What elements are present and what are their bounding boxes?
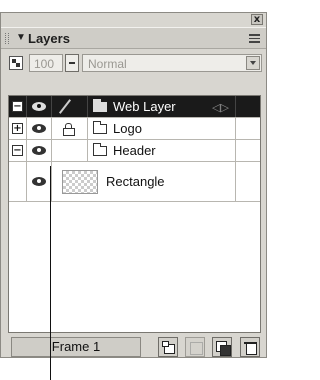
panel-options-icon[interactable] xyxy=(249,34,260,43)
duplicate-layer-button[interactable] xyxy=(212,337,232,357)
folder-icon xyxy=(93,121,107,134)
eye-icon[interactable] xyxy=(32,146,46,155)
layer-name: Header xyxy=(113,143,156,158)
panel-titlebar: x xyxy=(1,13,266,27)
opacity-dropdown-button[interactable] xyxy=(65,54,79,72)
grip-icon[interactable] xyxy=(5,33,9,44)
layers-list: − Web Layer ◁▷ + Logo − Header Rectangle xyxy=(8,95,261,333)
lock-icon[interactable] xyxy=(63,123,75,136)
frame-selector[interactable]: Frame 1 xyxy=(11,337,141,357)
object-row-rectangle[interactable]: Rectangle xyxy=(9,162,260,202)
eye-icon[interactable] xyxy=(32,177,46,186)
panel-title: Layers xyxy=(28,31,70,46)
panel-header[interactable]: ▼ Layers xyxy=(1,27,266,49)
layer-name: Logo xyxy=(113,121,142,136)
blend-mode-select[interactable]: Normal xyxy=(82,54,262,72)
layers-panel: x ▼ Layers 100 Normal − Web Layer ◁▷ + L… xyxy=(0,12,267,358)
expand-toggle-icon[interactable]: + xyxy=(12,123,23,134)
folder-icon xyxy=(93,99,107,112)
folder-icon xyxy=(93,143,107,156)
web-layer-icon: ◁▷ xyxy=(212,101,229,114)
layer-name: Web Layer xyxy=(113,99,176,114)
object-thumbnail xyxy=(62,170,98,194)
collapse-arrow-icon[interactable]: ▼ xyxy=(16,32,26,43)
collapse-toggle-icon[interactable]: − xyxy=(12,145,23,156)
layer-row-header[interactable]: − Header xyxy=(9,140,260,162)
lock-toggle-icon[interactable] xyxy=(9,56,23,70)
new-sublayer-button[interactable] xyxy=(158,337,178,357)
layer-row-web-layer[interactable]: − Web Layer ◁▷ xyxy=(9,96,260,118)
layer-row-logo[interactable]: + Logo xyxy=(9,118,260,140)
eye-icon[interactable] xyxy=(32,102,46,111)
layers-footer: Frame 1 xyxy=(1,335,266,359)
object-name: Rectangle xyxy=(106,174,165,189)
opacity-input[interactable]: 100 xyxy=(29,54,63,72)
layers-toolbar: 100 Normal xyxy=(1,50,266,80)
pencil-icon xyxy=(58,99,72,114)
chevron-down-icon[interactable] xyxy=(246,56,260,70)
eye-icon[interactable] xyxy=(32,124,46,133)
new-layer-button[interactable] xyxy=(185,337,205,357)
collapse-toggle-icon[interactable]: − xyxy=(12,101,23,112)
callout-line xyxy=(50,166,51,380)
delete-layer-button[interactable] xyxy=(240,337,260,357)
blend-mode-value: Normal xyxy=(88,57,127,71)
close-button[interactable]: x xyxy=(251,14,263,25)
